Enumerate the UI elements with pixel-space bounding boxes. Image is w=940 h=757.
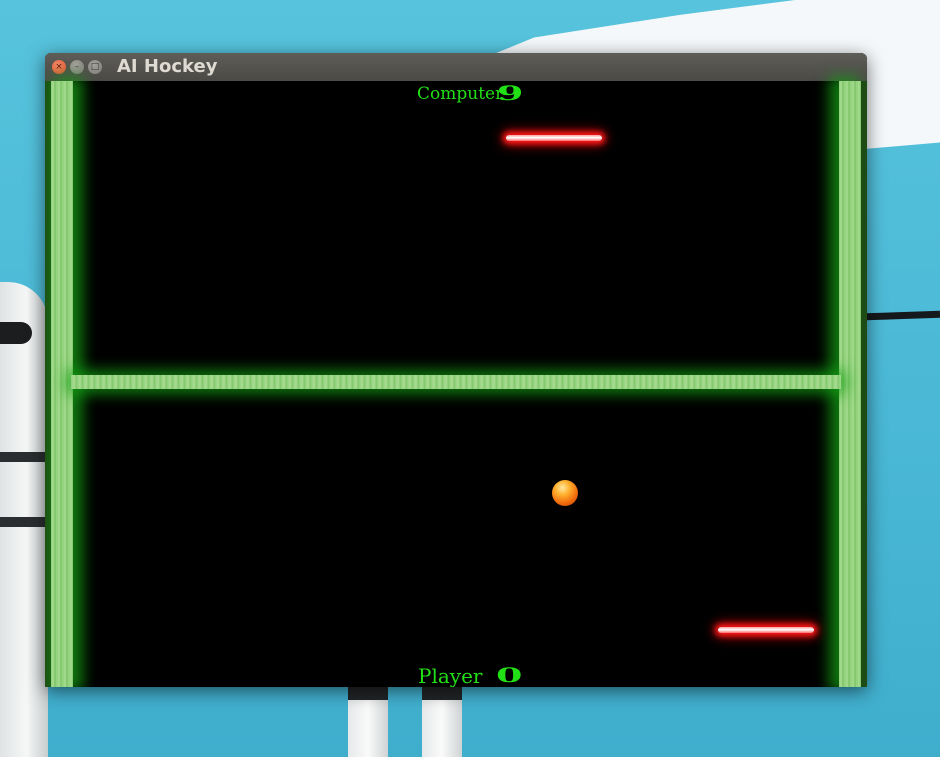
computer-score-label: Computer [417, 84, 504, 104]
player-paddle[interactable] [718, 627, 814, 633]
player-score-value: 0 [496, 663, 523, 687]
background-figure-legs-2 [422, 686, 462, 757]
background-figure-legs-1 [348, 686, 388, 757]
background-cable [865, 310, 940, 321]
center-line [71, 375, 841, 389]
left-wall [51, 81, 73, 687]
game-window: × – □ AI Hockey Computer 9 Player 0 [45, 53, 867, 687]
hockey-rink[interactable]: Computer 9 Player 0 [45, 81, 867, 687]
computer-score-value: 9 [497, 81, 524, 105]
puck [552, 480, 578, 506]
close-icon[interactable]: × [52, 60, 66, 74]
right-wall [839, 81, 861, 687]
minimize-icon[interactable]: – [70, 60, 84, 74]
background-figure-left [0, 282, 48, 757]
window-title: AI Hockey [117, 56, 218, 77]
right-wall-edge [861, 81, 867, 687]
maximize-icon[interactable]: □ [88, 60, 102, 74]
computer-paddle [506, 135, 602, 141]
window-titlebar[interactable]: × – □ AI Hockey [45, 53, 867, 81]
player-score-label: Player [418, 664, 483, 687]
